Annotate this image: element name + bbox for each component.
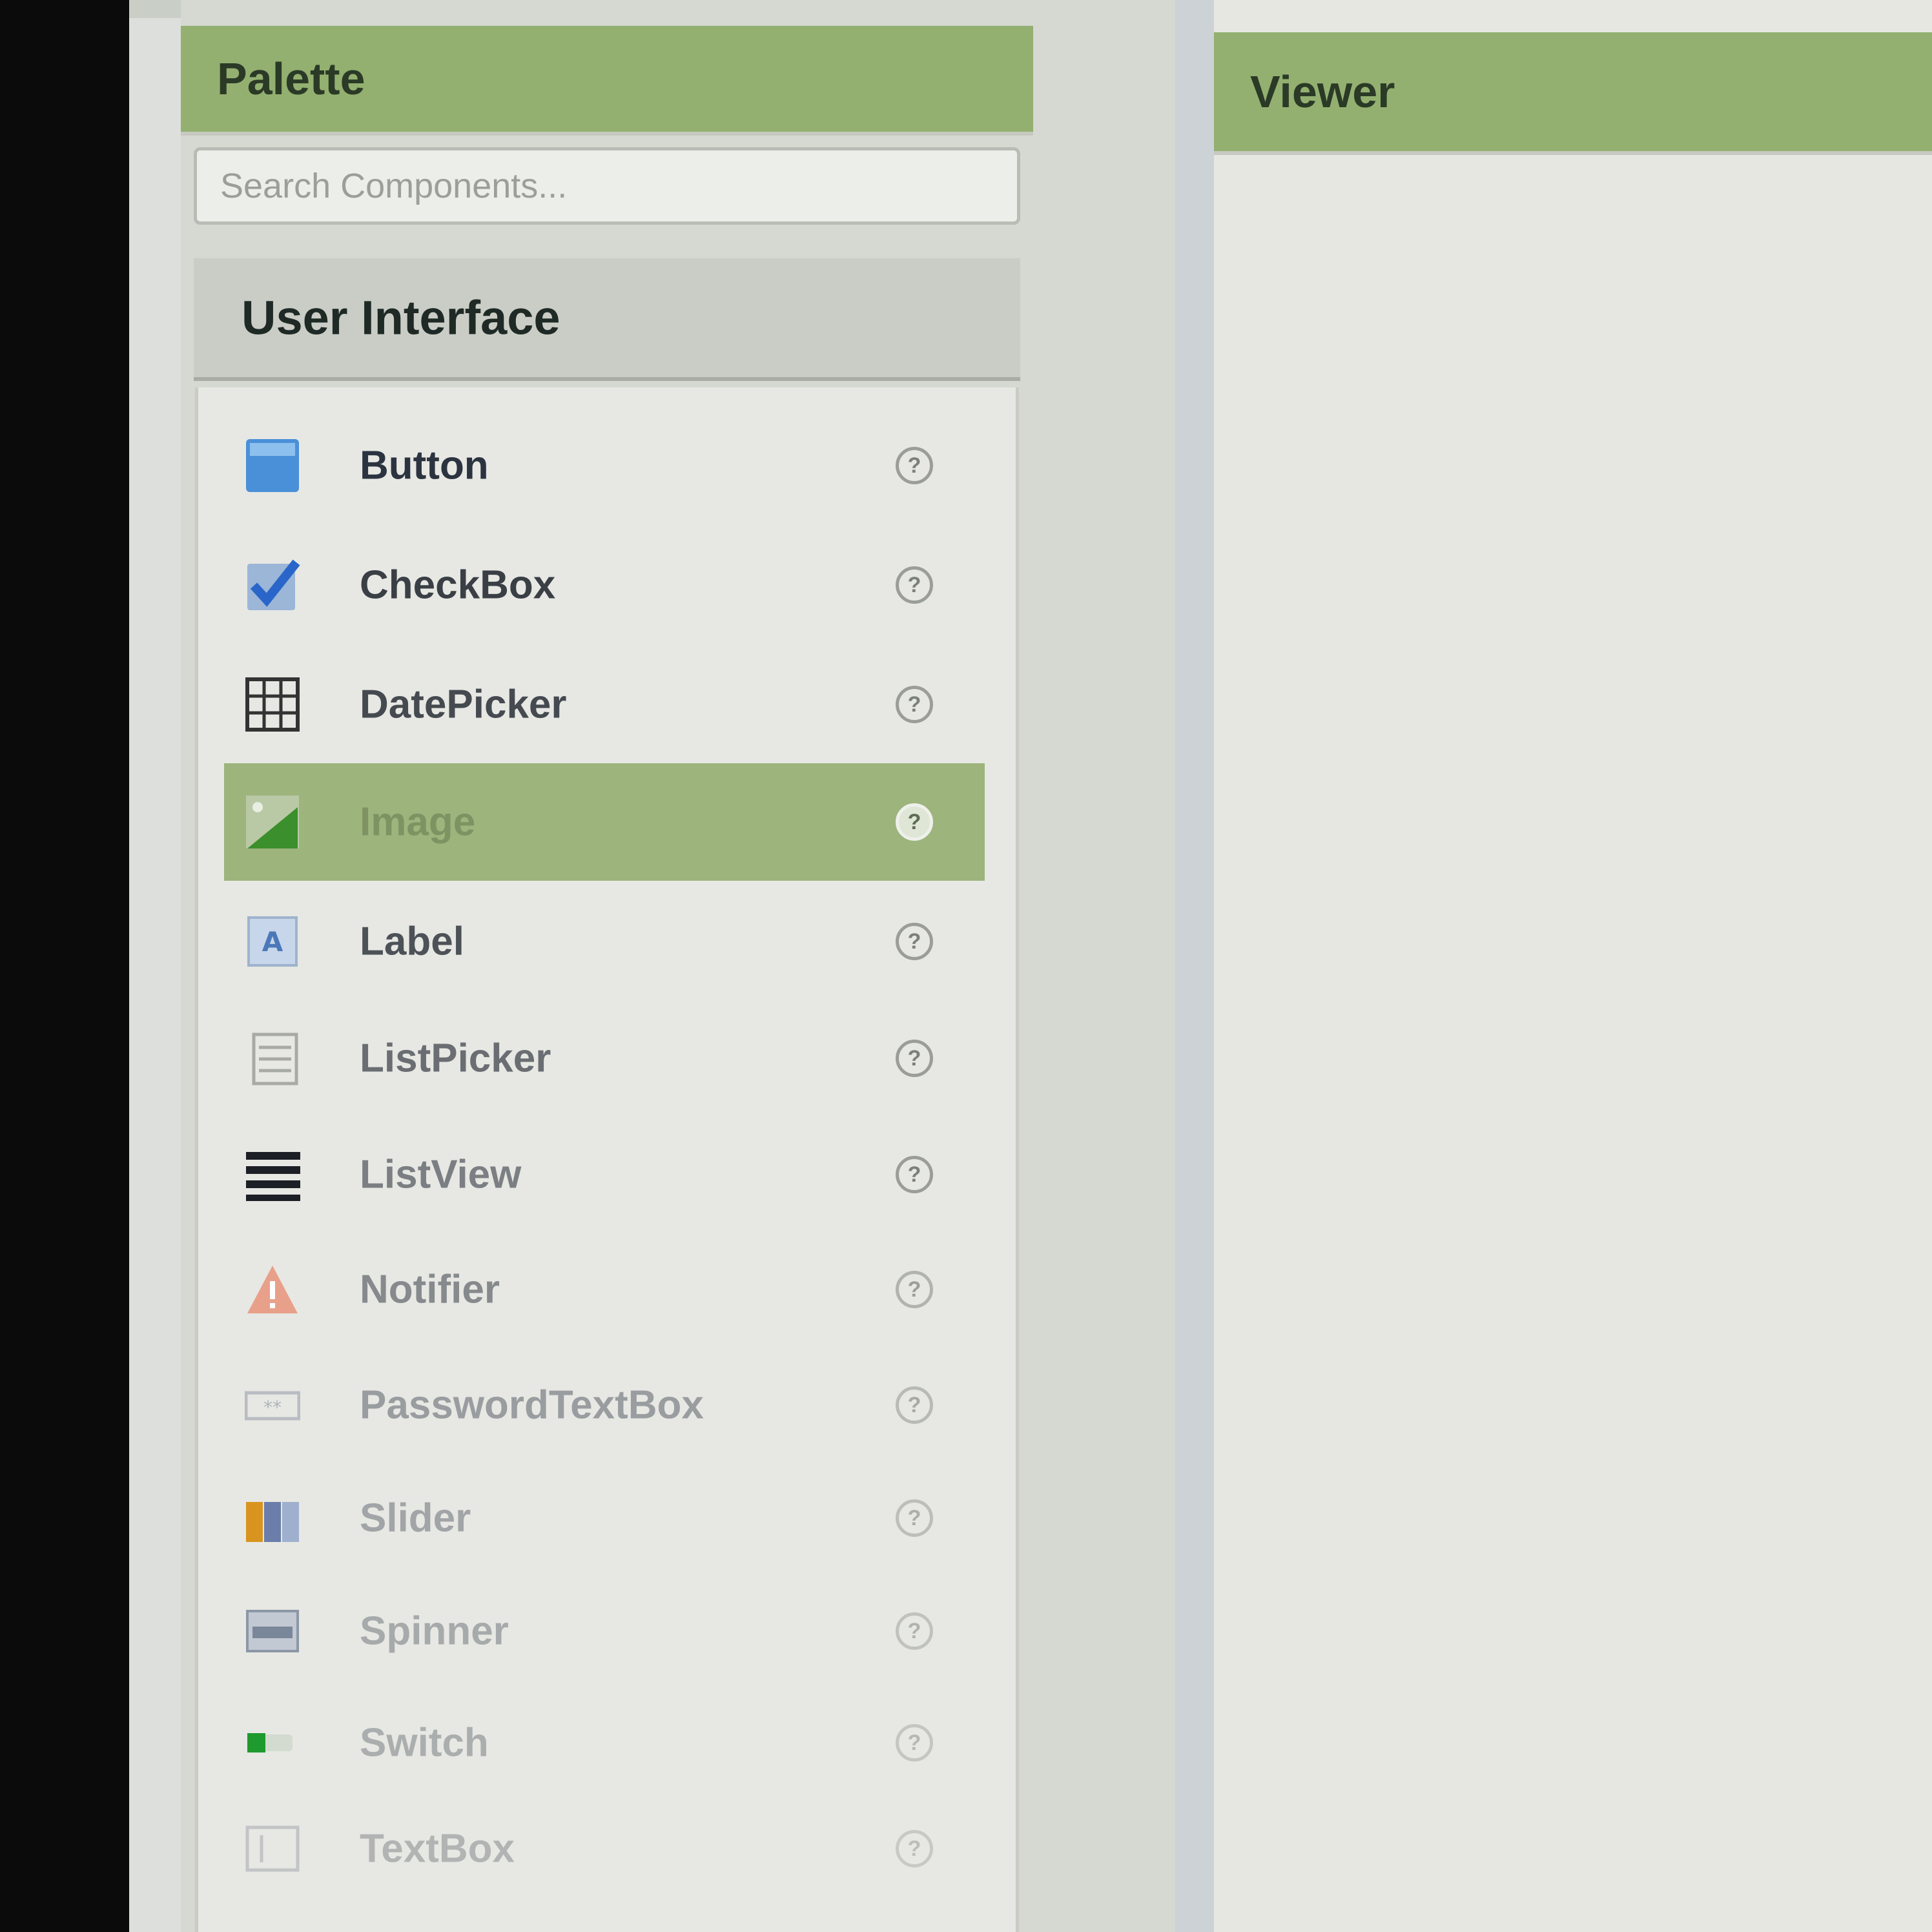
drawer-title: User Interface [242, 291, 560, 345]
help-icon[interactable]: ? [896, 447, 933, 484]
item-label: TextBox [360, 1826, 515, 1871]
slider-icon [243, 1489, 302, 1547]
palette-item-button[interactable]: Button ? [224, 407, 985, 524]
screen: Palette User Interface Button ? CheckBox [129, 0, 1932, 1932]
passwordtextbox-icon: ** [243, 1376, 302, 1434]
viewer-canvas[interactable] [1214, 155, 1932, 1932]
help-icon[interactable]: ? [896, 803, 933, 841]
item-label: Image [360, 799, 476, 845]
image-icon [243, 793, 302, 851]
panel-divider [1175, 0, 1214, 1932]
help-icon[interactable]: ? [896, 1612, 933, 1650]
help-icon[interactable]: ? [896, 1040, 933, 1077]
help-icon[interactable]: ? [896, 923, 933, 960]
palette-item-label[interactable]: A Label ? [224, 883, 985, 1000]
search-components-input[interactable] [194, 147, 1020, 225]
palette-item-image[interactable]: Image ? [224, 763, 985, 881]
palette-item-listpicker[interactable]: ListPicker ? [224, 1000, 985, 1117]
notifier-icon [243, 1260, 302, 1319]
textbox-icon [243, 1820, 302, 1878]
viewer-panel: Viewer [1214, 0, 1932, 1932]
viewer-title: Viewer [1250, 67, 1395, 117]
item-label: Spinner [360, 1608, 509, 1654]
item-label: Label [360, 919, 464, 964]
spinner-icon [243, 1602, 302, 1660]
palette-item-checkbox[interactable]: CheckBox ? [224, 526, 985, 644]
item-label: Notifier [360, 1267, 500, 1312]
user-interface-drawer-header[interactable]: User Interface [194, 258, 1020, 381]
help-icon[interactable]: ? [896, 566, 933, 604]
listview-icon [243, 1146, 302, 1204]
datepicker-icon [243, 675, 302, 734]
palette-item-datepicker[interactable]: DatePicker ? [224, 646, 985, 763]
palette-item-switch[interactable]: Switch ? [224, 1684, 985, 1802]
palette-item-listview[interactable]: ListView ? [224, 1116, 985, 1233]
help-icon[interactable]: ? [896, 1271, 933, 1308]
viewer-header: Viewer [1214, 32, 1932, 155]
help-icon[interactable]: ? [896, 686, 933, 723]
item-label: CheckBox [360, 562, 556, 608]
help-icon[interactable]: ? [896, 1156, 933, 1193]
checkbox-icon [243, 556, 302, 614]
palette-title: Palette [217, 54, 365, 104]
palette-header: Palette [181, 26, 1033, 136]
item-label: Switch [360, 1720, 489, 1765]
label-icon: A [243, 912, 302, 971]
palette-item-spinner[interactable]: Spinner ? [224, 1572, 985, 1690]
item-label: ListView [360, 1152, 522, 1197]
help-icon[interactable]: ? [896, 1386, 933, 1424]
item-label: PasswordTextBox [360, 1382, 704, 1428]
palette-item-passwordtextbox[interactable]: ** PasswordTextBox ? [224, 1346, 985, 1464]
item-label: Slider [360, 1495, 471, 1541]
svg-text:A: A [262, 926, 283, 958]
svg-text:**: ** [263, 1397, 282, 1418]
help-icon[interactable]: ? [896, 1724, 933, 1762]
item-label: Button [360, 443, 489, 488]
switch-icon [243, 1714, 302, 1772]
button-icon [243, 437, 302, 495]
component-list: Button ? CheckBox ? DatePicker ? Image ?… [195, 387, 1019, 1932]
palette-item-slider[interactable]: Slider ? [224, 1459, 985, 1577]
item-label: DatePicker [360, 682, 567, 727]
item-label: ListPicker [360, 1036, 551, 1081]
palette-panel: Palette User Interface Button ? CheckBox [181, 0, 1175, 1932]
help-icon[interactable]: ? [896, 1830, 933, 1867]
palette-item-notifier[interactable]: Notifier ? [224, 1231, 985, 1348]
palette-item-textbox[interactable]: TextBox ? [224, 1790, 985, 1907]
listpicker-icon [243, 1029, 302, 1087]
help-icon[interactable]: ? [896, 1499, 933, 1537]
